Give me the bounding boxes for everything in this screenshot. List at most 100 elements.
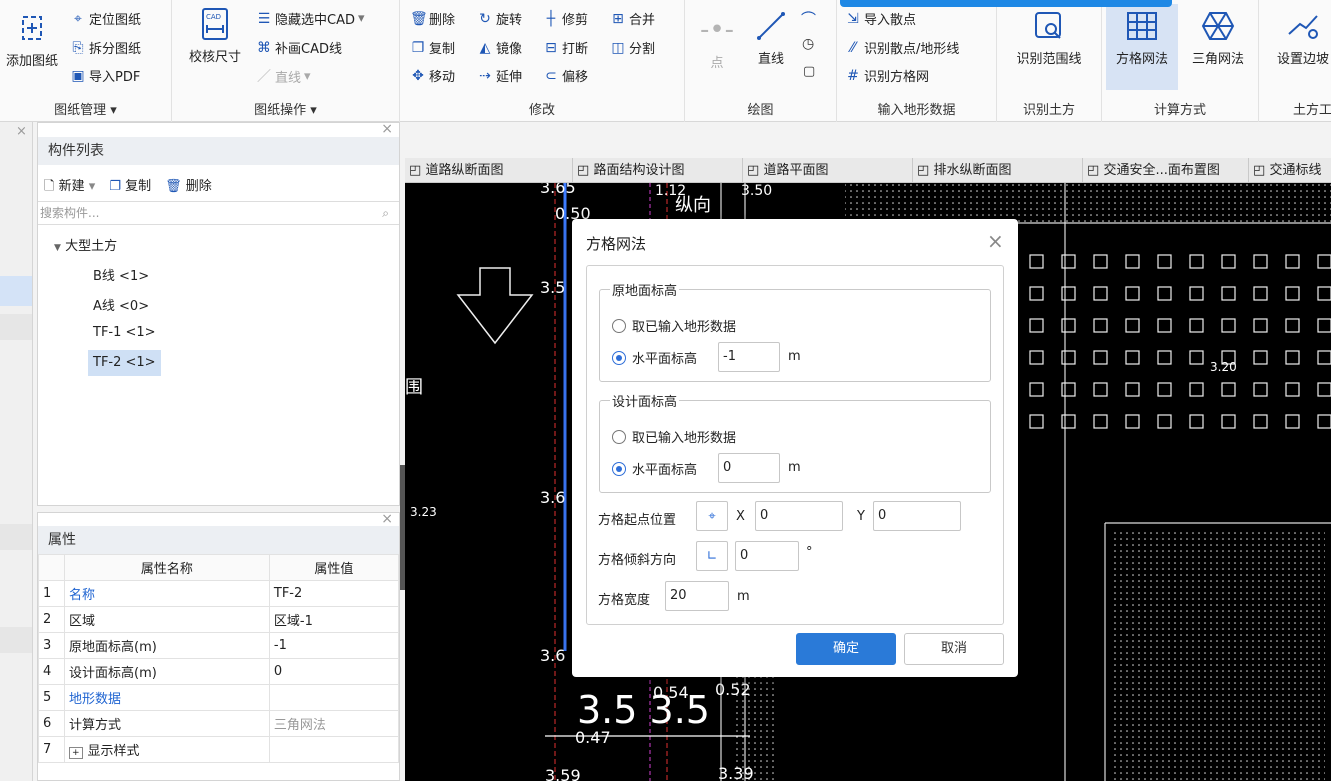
radio-orig-terrain[interactable]: 取已输入地形数据 — [612, 316, 736, 335]
table-row[interactable]: 3 原地面标高(m) -1 — [38, 632, 400, 659]
ribbon-toolbar: 添加图纸 ⌖ 定位图纸 ⎘ 拆分图纸 ▣ 导入PDF 图纸管理 ▾ CAD 校核尺寸 … — [0, 0, 1331, 122]
offset-button[interactable]: ⊂ 偏移 — [543, 66, 588, 86]
search-input[interactable]: 搜索构件... ⌕ — [38, 201, 399, 225]
copy-component-button[interactable]: ❐ 复制 — [109, 175, 151, 199]
tab-drawing[interactable]: ◰ 道路纵断面图 — [405, 158, 573, 183]
navigation-strip: × — [0, 122, 33, 781]
triangle-method-button[interactable]: 三角网法 — [1182, 4, 1254, 67]
orig-elevation-input[interactable]: -1 — [718, 342, 780, 372]
import-pdf-button[interactable]: ▣ 导入PDF — [70, 66, 140, 86]
tree-root[interactable]: ▼ 大型土方 — [54, 235, 117, 254]
redraw-cad-button[interactable]: ⌘ 补画CAD线 — [256, 38, 342, 58]
tab-drawing[interactable]: ◰ 排水纵断面图 — [913, 158, 1083, 183]
table-row[interactable]: 6 计算方式 三角网法 — [38, 710, 400, 737]
grid-method-button[interactable]: 方格网法 — [1106, 4, 1178, 90]
radio-design-level[interactable]: 水平面标高 — [612, 459, 697, 478]
set-slope-button[interactable]: 设置边坡 — [1267, 4, 1331, 67]
radio-design-terrain[interactable]: 取已输入地形数据 — [612, 427, 736, 446]
rotate-button[interactable]: ↻ 旋转 — [477, 9, 522, 29]
arrow-symbol — [456, 267, 534, 345]
table-row[interactable]: 5 地形数据 — [38, 684, 400, 711]
add-drawing-button[interactable]: 添加图纸 — [0, 6, 64, 69]
tilt-input[interactable]: 0 — [735, 541, 799, 571]
point-button[interactable]: -•- 点 — [695, 8, 739, 71]
chevron-down-icon: ▾ — [88, 179, 96, 194]
table-row[interactable]: 2 区域 区域-1 — [38, 606, 400, 633]
close-icon[interactable]: × — [987, 229, 1004, 253]
close-icon[interactable]: × — [16, 124, 27, 139]
tab-drawing[interactable]: ◰ 道路平面图 — [743, 158, 913, 183]
import-points-button[interactable]: ⇲ 导入散点 — [845, 9, 916, 29]
merge-button[interactable]: ⊞ 合并 — [610, 9, 655, 29]
mirror-button[interactable]: ◭ 镜像 — [477, 38, 522, 58]
locate-drawing-button[interactable]: ⌖ 定位图纸 — [70, 9, 141, 29]
tree-item[interactable]: TF-1 <1> — [93, 325, 156, 340]
svg-text:3.39: 3.39 — [718, 764, 754, 781]
group-label: 图纸管理 ▾ — [54, 103, 117, 118]
delete-button[interactable]: 🗑 删除 — [410, 9, 455, 29]
group-recognize-earthwork: 识别范围线 识别土方 — [997, 0, 1102, 122]
recognize-grid-button[interactable]: # 识别方格网 — [845, 66, 929, 86]
group-terrain-input: ⇲ 导入散点 ⁄⁄ 识别散点/地形线 # 识别方格网 输入地形数据 — [837, 0, 997, 122]
ok-button[interactable]: 确定 — [796, 633, 896, 665]
table-row[interactable]: 4 设计面标高(m) 0 — [38, 658, 400, 685]
tree-item[interactable]: A线 <0> — [93, 295, 149, 314]
pick-origin-button[interactable]: ⌖ — [696, 501, 728, 531]
check-size-button[interactable]: CAD 校核尺寸 — [180, 2, 250, 65]
tab-drawing[interactable]: ◰ 交通标线 — [1249, 158, 1331, 183]
group-drawing-management: 添加图纸 ⌖ 定位图纸 ⎘ 拆分图纸 ▣ 导入PDF 图纸管理 ▾ — [0, 0, 172, 122]
copy-icon: ❐ — [411, 39, 425, 56]
pick-tilt-button[interactable]: ∟ — [696, 541, 728, 571]
expand-icon[interactable]: + — [69, 747, 83, 759]
table-row[interactable]: 7 + 显示样式 — [38, 736, 400, 763]
points-icon: ⁄⁄ — [850, 39, 856, 56]
table-row[interactable]: 1 名称 TF-2 — [38, 580, 400, 607]
arc-icon[interactable]: ⌒ — [801, 8, 816, 29]
component-list-panel: × 构件列表 🗋 新建 ▾ ❐ 复制 🗑 删除 搜索构件... ⌕ ▼ 大型土方 … — [37, 121, 400, 506]
svg-text:0.47: 0.47 — [575, 728, 611, 747]
delete-component-button[interactable]: 🗑 删除 — [165, 175, 212, 199]
add-drawing-icon — [22, 16, 42, 40]
extend-button[interactable]: ⇢ 延伸 — [477, 66, 522, 86]
copy-button[interactable]: ❐ 复制 — [410, 38, 455, 58]
svg-text:3.5: 3.5 — [540, 278, 565, 297]
split-drawing-button[interactable]: ⎘ 拆分图纸 — [70, 38, 141, 58]
new-button[interactable]: 🗋 新建 ▾ — [44, 175, 95, 199]
svg-text:3.6: 3.6 — [540, 646, 565, 665]
origin-x-input[interactable]: 0 — [755, 501, 843, 531]
copy-icon: ❐ — [109, 179, 121, 194]
tree-item[interactable]: B线 <1> — [93, 265, 149, 284]
grid-width-input[interactable]: 20 — [665, 581, 729, 611]
nav-item-selected[interactable] — [0, 276, 32, 306]
hatch-area — [845, 183, 1331, 223]
circle-icon[interactable]: ◷ — [802, 36, 814, 52]
triangle-method-icon — [1201, 12, 1235, 40]
nav-divider — [0, 627, 32, 653]
group-draw: -•- 点 直线 ⌒ ◷ ▢ 绘图 — [685, 0, 837, 122]
close-icon[interactable]: × — [381, 511, 393, 527]
draw-line-button[interactable]: 直线 — [749, 4, 793, 67]
break-button[interactable]: ⊟ 打断 — [543, 38, 588, 58]
grid-method-icon — [1127, 12, 1157, 40]
trim-button[interactable]: ┼ 修剪 — [543, 9, 588, 29]
caret-down-icon: ▼ — [54, 243, 61, 253]
drawing-icon: ◰ — [1253, 163, 1266, 178]
origin-y-input[interactable]: 0 — [873, 501, 961, 531]
radio-orig-level[interactable]: 水平面标高 — [612, 348, 697, 367]
line-dropdown[interactable]: ／直线 ▾ — [256, 66, 311, 86]
cancel-button[interactable]: 取消 — [904, 633, 1004, 665]
hide-cad-button[interactable]: ☰ 隐藏选中CAD ▾ — [256, 9, 365, 29]
tab-drawing[interactable]: ◰ 交通安全...面布置图 — [1083, 158, 1249, 183]
close-icon[interactable]: × — [381, 121, 393, 137]
svg-text:围: 围 — [405, 377, 423, 398]
move-button[interactable]: ✥ 移动 — [410, 66, 455, 86]
design-elevation-input[interactable]: 0 — [718, 453, 780, 483]
split-icon: ⎘ — [72, 39, 84, 56]
divide-button[interactable]: ◫ 分割 — [610, 38, 655, 58]
recognize-points-button[interactable]: ⁄⁄ 识别散点/地形线 — [845, 38, 960, 58]
svg-text:0.54: 0.54 — [653, 683, 689, 702]
recognize-range-button[interactable]: 识别范围线 — [1001, 4, 1097, 67]
tree-item-selected[interactable]: TF-2 <1> — [88, 350, 161, 376]
tab-drawing[interactable]: ◰ 路面结构设计图 — [573, 158, 743, 183]
rectangle-icon[interactable]: ▢ — [803, 64, 815, 79]
